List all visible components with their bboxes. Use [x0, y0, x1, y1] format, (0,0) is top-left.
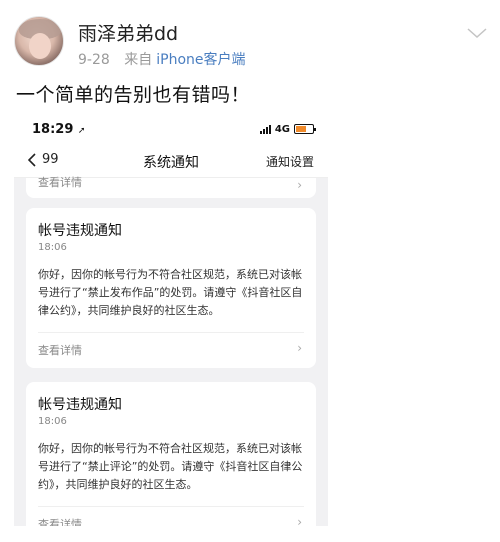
view-details-link[interactable]: 查看详情 — [38, 516, 82, 526]
notification-card-partial[interactable]: 查看详情 › — [26, 176, 316, 198]
chevron-down-icon[interactable] — [466, 26, 488, 40]
battery-icon — [294, 124, 316, 134]
chevron-right-icon: › — [297, 341, 302, 355]
post-source[interactable]: iPhone客户端 — [156, 52, 245, 68]
post-header: 雨泽弟弟dd 9-28 来自 iPhone客户端 — [0, 0, 500, 80]
notification-title: 帐号违规通知 — [38, 397, 122, 413]
notification-title: 帐号违规通知 — [38, 223, 122, 239]
notification-card[interactable]: 帐号违规通知 18:06 你好，因你的帐号行为不符合社区规范，系统已对该帐号进行… — [26, 382, 316, 526]
embedded-screenshot: 18:29 ➚ 4G 99 系统通知 通知设置 查看详情 › 帐号违规通知 18… — [14, 112, 328, 526]
avatar[interactable] — [14, 16, 64, 66]
chevron-right-icon: › — [297, 515, 302, 526]
chevron-right-icon: › — [297, 178, 302, 192]
notification-time: 18:06 — [38, 242, 67, 253]
post-text: 一个简单的告别也有错吗！ — [16, 84, 251, 106]
status-time: 18:29 ➚ — [32, 122, 86, 137]
username[interactable]: 雨泽弟弟dd — [78, 19, 178, 46]
status-bar: 18:29 ➚ 4G — [14, 112, 328, 146]
post-date: 9-28 — [78, 52, 110, 68]
status-icons: 4G — [259, 123, 316, 135]
notification-card[interactable]: 帐号违规通知 18:06 你好，因你的帐号行为不符合社区规范，系统已对该帐号进行… — [26, 208, 316, 368]
avatar-face — [29, 33, 51, 59]
view-details-link[interactable]: 查看详情 — [38, 174, 82, 190]
divider — [38, 332, 304, 333]
view-details-link[interactable]: 查看详情 — [38, 342, 82, 358]
notification-settings-button[interactable]: 通知设置 — [266, 153, 314, 170]
from-label: 来自 — [124, 52, 153, 68]
signal-icon — [259, 124, 271, 134]
notification-body: 你好，因你的帐号行为不符合社区规范，系统已对该帐号进行了“禁止发布作品”的处罚。… — [38, 268, 303, 317]
notification-body: 你好，因你的帐号行为不符合社区规范，系统已对该帐号进行了“禁止评论”的处罚。请遵… — [38, 442, 303, 491]
notification-time: 18:06 — [38, 416, 67, 427]
post-meta: 9-28 来自 iPhone客户端 — [78, 49, 246, 69]
network-label: 4G — [274, 123, 290, 135]
location-arrow-icon: ➚ — [77, 126, 86, 136]
divider — [38, 506, 304, 507]
